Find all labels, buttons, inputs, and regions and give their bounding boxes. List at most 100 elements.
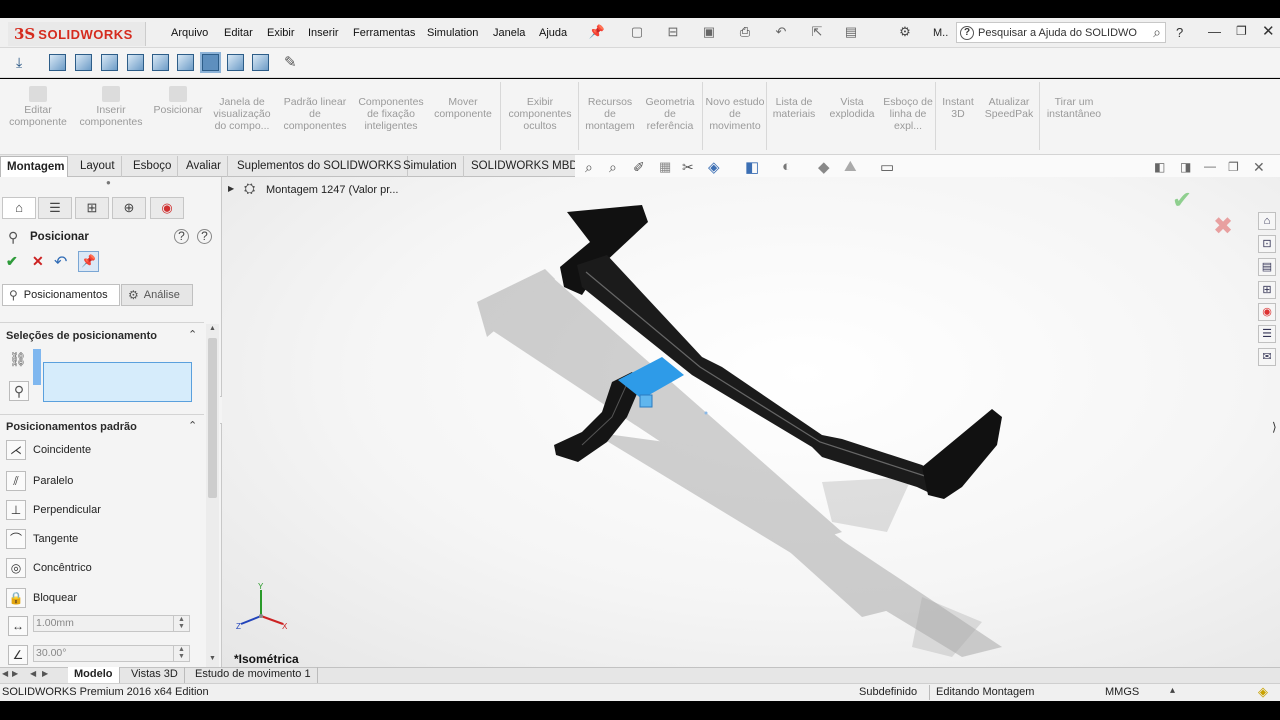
ribbon-exploded-view[interactable]: Vista explodida <box>822 96 882 120</box>
section-view-icon[interactable]: ▦ <box>659 159 671 175</box>
ok-check-icon[interactable]: ✔ <box>6 253 18 270</box>
view-trimetric-icon[interactable] <box>227 54 244 71</box>
new-document-icon[interactable]: ▢ <box>628 24 646 40</box>
rear-bracket[interactable] <box>922 409 1002 499</box>
ribbon-reference-geometry[interactable]: Geometria de referência <box>640 96 700 132</box>
subtab-mates[interactable]: ⚲ Posicionamentos <box>2 284 120 306</box>
pin-icon[interactable]: 📌 <box>588 24 606 40</box>
search-icon[interactable]: ⌕ <box>1153 24 1161 41</box>
angle-icon[interactable]: ∠ <box>8 645 28 665</box>
detailed-help-icon[interactable]: ? <box>197 229 212 244</box>
panel-grip-icon[interactable]: ● <box>106 178 111 187</box>
configurationmanager-tab-icon[interactable]: ⊞ <box>75 197 109 219</box>
propertymanager-tab-icon[interactable]: ☰ <box>38 197 72 219</box>
tab-simulation[interactable]: Simulation <box>397 156 464 177</box>
mate-tangent[interactable]: ⌒ Tangente <box>6 528 206 550</box>
gear-icon[interactable]: ⚙ <box>896 24 914 40</box>
normal-to-icon[interactable]: ✎ <box>284 53 297 71</box>
design-library-icon[interactable]: ⊡ <box>1258 235 1276 253</box>
doc-close-icon[interactable]: ✕ <box>1253 159 1265 176</box>
mate-perpendicular[interactable]: ⊥ Perpendicular <box>6 499 206 521</box>
help-menu-icon[interactable]: ? <box>1176 25 1183 40</box>
ribbon-linear-pattern[interactable]: Padrão linear de componentes <box>278 96 352 132</box>
tile-left-icon[interactable]: ◧ <box>1154 160 1165 174</box>
save-icon[interactable]: ▣ <box>700 24 718 40</box>
view-back-icon[interactable] <box>75 54 92 71</box>
view-front-icon[interactable] <box>49 54 66 71</box>
task-pane-expand-icon[interactable]: ⟩ <box>1272 420 1277 434</box>
menu-inserir[interactable]: Inserir <box>308 27 339 39</box>
view-isometric-icon[interactable] <box>200 52 221 73</box>
print-icon[interactable]: ⎙ <box>736 24 754 40</box>
solidworks-logo[interactable]: 3S SOLIDWORKS <box>8 22 146 46</box>
file-explorer-icon[interactable]: ▤ <box>1258 258 1276 276</box>
view-top-icon[interactable] <box>152 54 169 71</box>
help-search-input[interactable]: ? Pesquisar a Ajuda do SOLIDWO ⌕ <box>956 22 1166 43</box>
tab-3d-views[interactable]: Vistas 3D <box>125 667 185 683</box>
undo-toolbar-icon[interactable]: ↶ <box>772 24 790 40</box>
angle-spin-arrows[interactable]: ▲ ▼ <box>173 646 189 661</box>
tabs-last-icon[interactable]: ▶ <box>42 669 48 678</box>
dimxpert-tab-icon[interactable]: ⊕ <box>112 197 146 219</box>
menu-exibir[interactable]: Exibir <box>267 27 295 39</box>
tree-root-label[interactable]: Montagem 1247 (Valor pr... <box>266 184 398 196</box>
tree-expand-icon[interactable]: ▶ <box>228 184 234 193</box>
display-style-icon[interactable]: ◧ <box>745 158 759 176</box>
ribbon-bill-of-materials[interactable]: Lista de materiais <box>768 96 820 120</box>
rebuild-icon[interactable]: ▤ <box>842 24 860 40</box>
tabs-scroll-left-icon[interactable]: ◀ <box>2 669 8 678</box>
menu-janela[interactable]: Janela <box>493 27 525 39</box>
ribbon-move-component[interactable]: Mover componente <box>430 96 496 120</box>
angle-input[interactable]: 30.00° ▲ ▼ <box>33 645 190 662</box>
ribbon-insert-components[interactable]: Inserir componentes <box>76 86 146 128</box>
tab-layout[interactable]: Layout <box>74 156 122 177</box>
tab-model[interactable]: Modelo <box>68 667 120 683</box>
restore-icon[interactable]: ❐ <box>1236 24 1247 38</box>
zoom-to-fit-icon[interactable]: ⌕ <box>585 159 593 176</box>
ribbon-explode-line-sketch[interactable]: Esboço de linha de expl... <box>882 96 934 132</box>
apply-scene-icon[interactable]: ⛰ <box>844 158 857 175</box>
ribbon-instant3d[interactable]: Instant 3D <box>937 96 979 120</box>
solidworks-resources-icon[interactable]: ⌂ <box>1258 212 1276 230</box>
ribbon-assembly-features[interactable]: Recursos de montagem <box>582 96 638 132</box>
ribbon-show-hidden[interactable]: Exibir componentes ocultos <box>504 96 576 132</box>
mate-selections-listbox[interactable] <box>43 362 192 402</box>
collapse-selections-icon[interactable]: ⌃ <box>188 328 197 341</box>
menu-editar[interactable]: Editar <box>224 27 253 39</box>
menu-ajuda[interactable]: Ajuda <box>539 27 567 39</box>
selection-handle[interactable] <box>639 394 653 408</box>
tab-suplementos[interactable]: Suplementos do SOLIDWORKS <box>231 156 409 177</box>
panel-scrollbar[interactable] <box>206 324 219 667</box>
view-right-icon[interactable] <box>127 54 144 71</box>
help-icon[interactable]: ? <box>174 229 189 244</box>
collapse-standard-icon[interactable]: ⌃ <box>188 419 197 432</box>
undo-icon[interactable]: ↶ <box>54 252 67 272</box>
tab-mbd[interactable]: SOLIDWORKS MBD <box>465 156 585 177</box>
units-menu-icon[interactable]: ▴ <box>1170 685 1175 696</box>
options-short-label[interactable]: M.. <box>933 27 948 39</box>
ribbon-mate[interactable]: Posicionar <box>150 86 206 116</box>
graphics-area[interactable] <box>222 177 1280 667</box>
cancel-close-icon[interactable]: ✕ <box>32 253 44 270</box>
doc-minimize-icon[interactable]: — <box>1204 159 1216 173</box>
distance-spin-arrows[interactable]: ▲ ▼ <box>173 616 189 631</box>
open-icon[interactable]: ⊟ <box>664 24 682 40</box>
forum-icon[interactable]: ✉ <box>1258 348 1276 366</box>
edit-appearance-icon[interactable]: ◆ <box>818 158 830 176</box>
close-window-icon[interactable]: ✕ <box>1262 22 1275 40</box>
custom-properties-icon[interactable]: ☰ <box>1258 325 1276 343</box>
menu-simulation[interactable]: Simulation <box>427 27 478 39</box>
distance-icon[interactable]: ↔ <box>8 616 28 636</box>
tab-avaliar[interactable]: Avaliar <box>180 156 228 177</box>
view-dimetric-icon[interactable] <box>252 54 269 71</box>
view-orientation-icon[interactable]: ◈ <box>708 158 720 176</box>
pin-tab-icon[interactable]: ⤓ <box>16 54 22 71</box>
units-status[interactable]: MMGS <box>1105 686 1139 698</box>
panel-scrollbar-thumb[interactable] <box>208 338 217 498</box>
ribbon-component-preview[interactable]: Janela de visualização do compo... <box>210 96 274 132</box>
dynamic-annotation-icon[interactable]: ✂ <box>682 159 694 176</box>
confirm-cancel-icon[interactable]: ✖ <box>1213 212 1233 241</box>
menu-ferramentas[interactable]: Ferramentas <box>353 27 415 39</box>
subtab-analysis[interactable]: ⚙ Análise <box>121 284 193 306</box>
ribbon-edit-component[interactable]: Editar componente <box>6 86 70 128</box>
